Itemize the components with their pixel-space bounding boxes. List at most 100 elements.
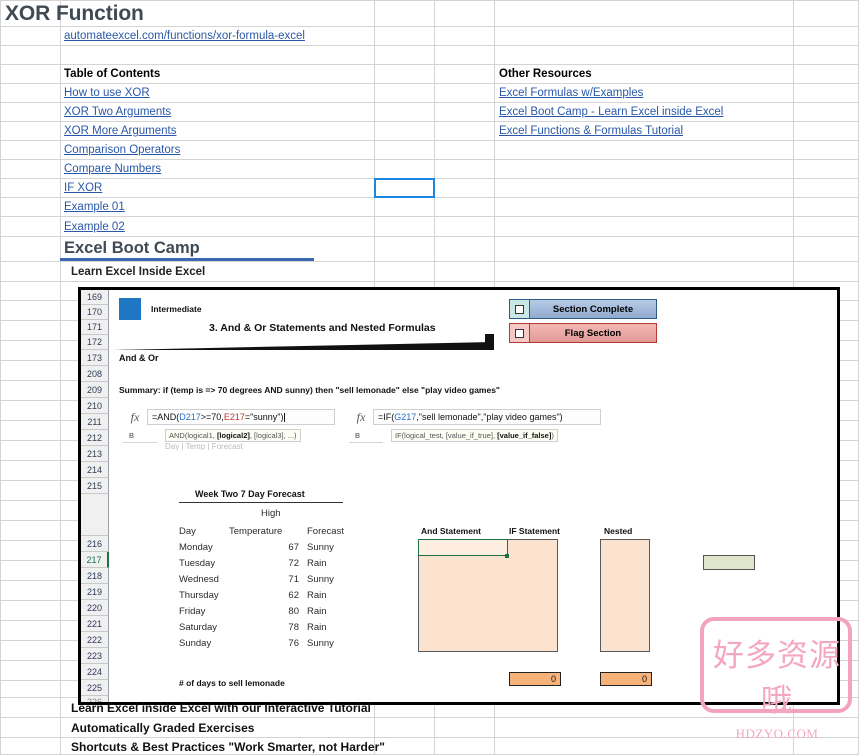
flag-section-label: Flag Section	[530, 323, 657, 343]
toc-item-5: IF XOR	[61, 179, 102, 197]
nested-answer-region[interactable]	[600, 539, 650, 652]
formula-and-mid: >=70,	[200, 412, 224, 422]
other-resource-link-boot-camp[interactable]: Excel Boot Camp - Learn Excel inside Exc…	[499, 106, 723, 118]
formula-and-suffix: ="sunny")	[244, 412, 284, 422]
fx-icon: fx	[356, 409, 366, 424]
row-header-224[interactable]: 224	[81, 664, 109, 680]
formula-and-column-label: B	[129, 431, 135, 440]
formula-if-prefix: =IF(	[378, 412, 395, 422]
row-header-173[interactable]: 173	[81, 350, 109, 366]
tooltip-and-bold: [logical2]	[216, 431, 250, 440]
forecast-cond-1: Rain	[307, 558, 327, 569]
tooltip-if-post: )	[551, 431, 554, 440]
formula-if-ref1: G217	[394, 412, 417, 422]
row-header-211[interactable]: 211	[81, 414, 109, 430]
row-header-218[interactable]: 218	[81, 568, 109, 584]
obscured-cell-text: Day | Temp | Forecast	[165, 442, 243, 450]
bootcamp-underline	[60, 258, 314, 261]
row-header-171[interactable]: 171	[81, 320, 109, 335]
row-header-219[interactable]: 219	[81, 584, 109, 600]
formula-and-ref1: D217	[179, 412, 201, 422]
row-header-215[interactable]: 215	[81, 478, 109, 494]
promo-line-2: Shortcuts & Best Practices "Work Smarter…	[71, 739, 385, 754]
bootcamp-subtitle: Learn Excel Inside Excel	[71, 265, 206, 278]
summary-text: Summary: if (temp is => 70 degrees AND s…	[119, 385, 500, 395]
flag-section-checkbox[interactable]	[509, 323, 530, 343]
toc-link-example-01[interactable]: Example 01	[64, 201, 125, 213]
toc-item-4: Compare Numbers	[61, 160, 161, 178]
nested-total-box[interactable]: 0	[600, 672, 652, 686]
toc-item-1: XOR Two Arguments	[61, 103, 171, 121]
formula-input-if[interactable]: =IF(G217 ,"sell lemonade","play video gam…	[373, 409, 601, 425]
forecast-subheader-high: High	[261, 508, 281, 519]
toc-link-compare-numbers[interactable]: Compare Numbers	[64, 163, 161, 175]
row-header-172[interactable]: 172	[81, 335, 109, 350]
row-header-170[interactable]: 170	[81, 305, 109, 320]
toc-link-example-02[interactable]: Example 02	[64, 221, 125, 233]
grid-row-line	[0, 216, 859, 217]
row-header-216[interactable]: 216	[81, 536, 109, 552]
fill-handle[interactable]	[505, 554, 509, 558]
text-caret	[283, 412, 285, 422]
cell-fragment-line	[349, 442, 383, 443]
forecast-day-2: Wednesd	[179, 574, 219, 585]
formula-if-column-label: B	[355, 431, 361, 440]
toc-item-0: How to use XOR	[61, 84, 150, 102]
formula-if-tooltip: IF(logical_test, [value_if_true], [value…	[391, 429, 558, 442]
forecast-day-6: Sunday	[179, 638, 212, 649]
forecast-cond-4: Rain	[307, 606, 327, 617]
checkbox-icon	[515, 328, 524, 338]
tooltip-and-pre: AND(logical1,	[169, 431, 217, 440]
row-header-220[interactable]: 220	[81, 600, 109, 616]
row-header-225[interactable]: 225	[81, 680, 109, 696]
other-resource-link-functions-tutorial[interactable]: Excel Functions & Formulas Tutorial	[499, 125, 683, 137]
formula-bar-if[interactable]: fx =IF(G217 ,"sell lemonade","play video …	[349, 408, 609, 426]
toc-link-xor-more-arguments[interactable]: XOR More Arguments	[64, 125, 176, 137]
forecast-cond-3: Rain	[307, 590, 327, 601]
row-header-217[interactable]: 217	[81, 552, 109, 568]
embedded-tutorial-screenshot[interactable]: 169 170 171 172 173 208 209 210 211 212 …	[78, 287, 840, 705]
toc-item-6: Example 01	[61, 198, 125, 216]
formula-input-and[interactable]: =AND(D217 >=70, E217 ="sunny")	[147, 409, 335, 425]
if-total-box[interactable]: 0	[509, 672, 561, 686]
tooltip-if-bold: [value_if_false]	[497, 431, 552, 440]
tutorial-section-title: 3. And & Or Statements and Nested Formul…	[209, 322, 436, 334]
level-color-swatch	[119, 298, 141, 320]
row-header-210[interactable]: 210	[81, 398, 109, 414]
toc-item-7: Example 02	[61, 217, 125, 236]
grid-row-line	[0, 281, 859, 282]
promo-line-0: Learn Excel inside Excel with our Intera…	[71, 700, 371, 715]
toc-link-comparison-operators[interactable]: Comparison Operators	[64, 144, 180, 156]
section-complete-checkbox[interactable]	[509, 299, 530, 319]
banner-wedge-cap	[485, 334, 494, 350]
other-resource-link-formulas-examples[interactable]: Excel Formulas w/Examples	[499, 87, 643, 99]
row-header-214[interactable]: 214	[81, 462, 109, 478]
toc-link-xor-two-arguments[interactable]: XOR Two Arguments	[64, 106, 171, 118]
section-complete-button[interactable]: Section Complete	[509, 299, 657, 319]
tooltip-if-pre: IF(logical_test, [value_if_true],	[395, 431, 498, 440]
banner-wedge-rule	[113, 342, 493, 350]
row-header-221[interactable]: 221	[81, 616, 109, 632]
forecast-day-1: Tuesday	[179, 558, 216, 569]
forecast-day-0: Monday	[179, 542, 213, 553]
formula-bar-and[interactable]: fx =AND(D217 >=70, E217 ="sunny")	[123, 408, 343, 426]
toc-link-if-xor[interactable]: IF XOR	[64, 182, 102, 194]
row-header-209[interactable]: 209	[81, 382, 109, 398]
row-header-208[interactable]: 208	[81, 366, 109, 382]
forecast-footer-label: # of days to sell lemonade	[179, 678, 285, 688]
source-url-link[interactable]: automateexcel.com/functions/xor-formula-…	[64, 30, 305, 42]
active-cell-selection[interactable]	[418, 539, 508, 556]
subsection-label: And & Or	[119, 353, 159, 363]
source-url-cell: automateexcel.com/functions/xor-formula-…	[61, 27, 305, 45]
row-header-213[interactable]: 213	[81, 446, 109, 462]
row-header-223[interactable]: 223	[81, 648, 109, 664]
selected-cell-indicator[interactable]	[374, 178, 435, 198]
toc-link-how-to-use-xor[interactable]: How to use XOR	[64, 87, 150, 99]
forecast-day-5: Saturday	[179, 622, 218, 633]
row-header-222[interactable]: 222	[81, 632, 109, 648]
forecast-temp-0: 67	[288, 542, 299, 553]
row-header-169[interactable]: 169	[81, 290, 109, 305]
level-label: Intermediate	[151, 304, 202, 314]
row-header-212[interactable]: 212	[81, 430, 109, 446]
flag-section-button[interactable]: Flag Section	[509, 323, 657, 343]
